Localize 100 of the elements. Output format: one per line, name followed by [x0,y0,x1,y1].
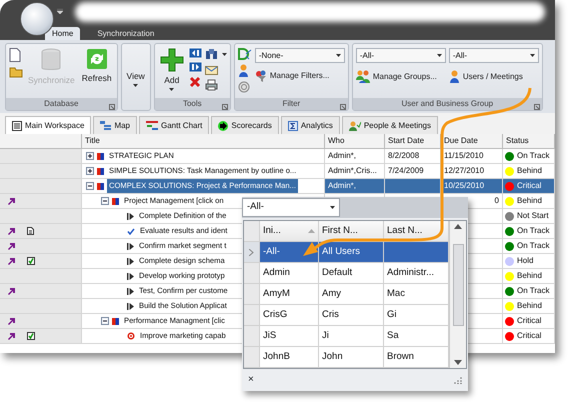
workspace-tab[interactable]: Map [93,116,137,134]
plan-icon [97,152,104,160]
workspace-tab[interactable]: Main Workspace [5,116,92,134]
table-cell[interactable]: JohnB [260,347,319,368]
task-icon [127,272,134,280]
people-icon [356,70,370,83]
status-text: Hold [517,255,534,267]
database-icon [40,48,62,72]
table-cell[interactable]: CrisG [260,305,319,326]
row-pointer-icon [249,248,254,256]
table-cell [385,179,441,194]
status-text: On Track [517,240,550,252]
workspace-tab[interactable]: Analytics [280,116,340,134]
caret-icon [222,52,227,56]
row-header[interactable] [0,254,82,269]
table-cell: 11/15/2010 [441,149,503,164]
table-cell[interactable]: Ji [319,326,384,347]
status-text: Critical [517,180,542,192]
dropdown-field[interactable]: -All- [356,48,446,63]
plan-icon [97,182,104,190]
task-icon [127,242,134,250]
workspace-tab[interactable]: Scorecards [211,116,279,134]
column-header[interactable]: Due Date [441,134,503,149]
ribbon-button[interactable]: Manage Groups... [356,70,446,83]
envelope-icon[interactable] [204,64,218,75]
table-cell[interactable] [384,242,449,263]
arrow-right-icon[interactable] [188,62,202,72]
group-title: Filter [282,98,300,110]
table-cell[interactable]: Default [319,263,384,284]
expander-icon[interactable] [101,317,109,325]
delete-icon[interactable] [188,76,201,88]
dropdown-field[interactable]: -None- [254,48,345,63]
column-header[interactable]: Title [82,134,325,149]
status-text: Behind [517,165,542,177]
expander-icon[interactable] [86,152,94,160]
status-text: Behind [517,300,542,312]
expander-icon[interactable] [86,167,94,175]
dialog-launcher-icon[interactable] [222,104,228,110]
table-cell[interactable]: AmyM [260,284,319,305]
ribbon-button[interactable]: Refresh [80,47,114,84]
new-document-icon[interactable] [9,48,21,62]
ribbon-button[interactable]: Users / Meetings [448,70,539,83]
plan-icon [112,318,119,324]
list-icon [12,120,22,130]
column-header[interactable]: Ini... [260,221,319,242]
column-header[interactable]: Start Date [385,134,441,149]
column-header[interactable]: Status [503,134,555,149]
caret-icon [436,54,442,57]
dropdown-field[interactable]: -All- [242,198,340,217]
expander-icon[interactable] [86,182,94,190]
dialog-launcher-icon[interactable] [340,104,346,110]
table-cell[interactable]: Admin [260,263,319,284]
ribbon-button[interactable]: View [124,47,147,88]
expander-icon[interactable] [101,197,109,205]
workspace-tab[interactable]: Gantt Chart [139,116,210,134]
funnel-icon [254,70,267,82]
table-cell[interactable]: John [319,347,384,368]
person-icon[interactable] [238,64,249,77]
dialog-launcher-icon[interactable] [534,104,540,110]
binoculars-icon[interactable] [204,48,218,60]
caret-icon [336,54,341,57]
printer-icon[interactable] [204,79,218,91]
status-text: Critical [517,330,542,342]
ribbon-tab[interactable]: Home [45,27,80,40]
play-icon [218,120,228,130]
dialog-launcher-icon[interactable] [108,104,115,110]
row-header[interactable] [0,224,82,239]
table-cell[interactable]: All Users [319,242,384,263]
table-cell[interactable]: Amy [319,284,384,305]
close-button[interactable]: × [248,375,254,385]
sigma-icon [288,120,298,130]
workspace-tab[interactable]: People & Meetings [342,116,438,134]
customize-caret-icon[interactable] [57,9,63,14]
circle-icon[interactable] [238,81,250,93]
dropdown-field[interactable]: -All- [448,48,539,63]
ribbon-button[interactable]: Add [158,47,186,92]
task-icon [127,212,134,220]
ribbon-button[interactable]: Manage Filters... [254,70,345,82]
row-header[interactable] [0,329,82,344]
people-icon [348,120,361,130]
table-cell[interactable]: JiS [260,326,319,347]
column-header[interactable]: Who [325,134,385,149]
table-cell[interactable]: -All- [260,242,319,263]
refresh-icon [86,48,108,70]
filter-edit-icon[interactable] [238,48,252,60]
row-selector[interactable] [244,242,260,263]
resize-grip-icon[interactable] [454,376,462,384]
status-text: On Track [517,150,550,162]
table-cell: 8/2/2008 [385,149,441,164]
group-title: User and Business Group [402,98,494,110]
ribbon-tab[interactable]: Synchronization [90,27,162,40]
caret-icon [133,84,138,87]
table-cell[interactable]: Cris [319,305,384,326]
scrollbar[interactable] [449,221,466,368]
arrow-left-icon[interactable] [188,48,202,58]
sort-arrow-icon [308,229,315,233]
table-cell: 10/25/2010 [441,179,503,194]
table-cell: Admin*, [325,149,385,164]
folder-icon[interactable] [9,66,23,78]
hierarchy-icon [100,120,112,130]
